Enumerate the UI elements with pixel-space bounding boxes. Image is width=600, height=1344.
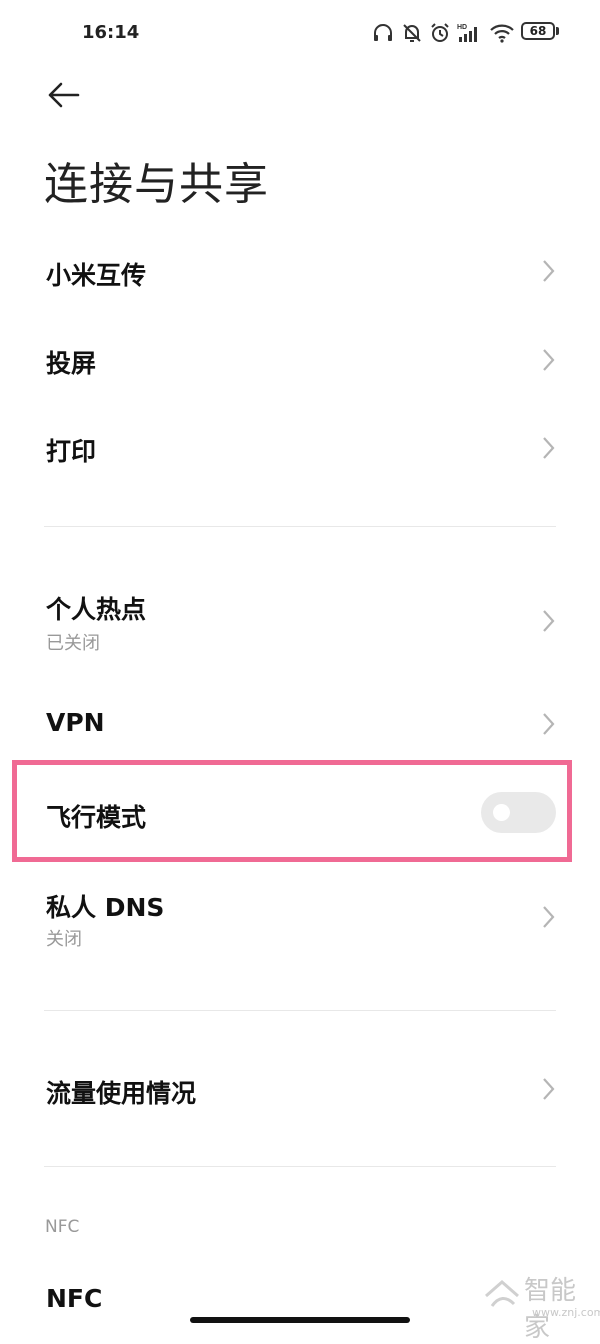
list-item-private-dns[interactable]: 私人 DNS 关闭 <box>0 870 600 966</box>
list-item-label: 小米互传 <box>46 261 147 290</box>
list-item-label: 投屏 <box>46 349 97 378</box>
list-item-vpn[interactable]: VPN <box>0 682 600 766</box>
watermark-url: www.znj.com <box>532 1306 600 1319</box>
home-indicator[interactable] <box>190 1317 410 1323</box>
list-item-label: VPN <box>46 708 105 737</box>
back-arrow-icon[interactable] <box>44 78 84 112</box>
divider <box>44 1010 556 1011</box>
divider <box>44 526 556 527</box>
chevron-right-icon <box>543 260 555 282</box>
headphone-icon <box>374 24 392 41</box>
chevron-right-icon <box>543 437 555 459</box>
section-header-nfc: NFC <box>45 1217 80 1237</box>
list-item-label: 私人 DNS <box>46 893 165 922</box>
divider <box>44 1166 556 1167</box>
highlight-box <box>12 760 572 862</box>
status-time: 16:14 <box>82 22 140 43</box>
alarm-icon <box>431 23 449 42</box>
list-item-cast[interactable]: 投屏 <box>0 318 600 402</box>
list-item-status: 关闭 <box>46 929 82 950</box>
list-item-label: 个人热点 <box>46 595 147 624</box>
watermark-logo-icon <box>485 1280 519 1307</box>
bell-off-icon <box>403 24 421 42</box>
list-item-hotspot[interactable]: 个人热点 已关闭 <box>0 572 600 668</box>
battery-level: 68 <box>521 22 555 40</box>
wifi-icon <box>490 24 514 43</box>
signal-hd-icon: HD <box>457 24 477 42</box>
chevron-right-icon <box>543 349 555 371</box>
list-item-data-usage[interactable]: 流量使用情况 <box>0 1048 600 1132</box>
chevron-right-icon <box>543 713 555 735</box>
list-item-label: NFC <box>46 1284 103 1313</box>
list-item-label: 流量使用情况 <box>46 1079 197 1108</box>
chevron-right-icon <box>543 906 555 928</box>
list-item-mi-share[interactable]: 小米互传 <box>0 230 600 314</box>
list-item-status: 已关闭 <box>46 633 100 654</box>
chevron-right-icon <box>543 1078 555 1100</box>
list-item-label: 打印 <box>46 437 97 466</box>
list-item-print[interactable]: 打印 <box>0 406 600 490</box>
chevron-right-icon <box>543 610 555 632</box>
svg-text:HD: HD <box>457 24 467 31</box>
battery-icon <box>556 27 559 35</box>
page-title: 连接与共享 <box>44 159 269 210</box>
